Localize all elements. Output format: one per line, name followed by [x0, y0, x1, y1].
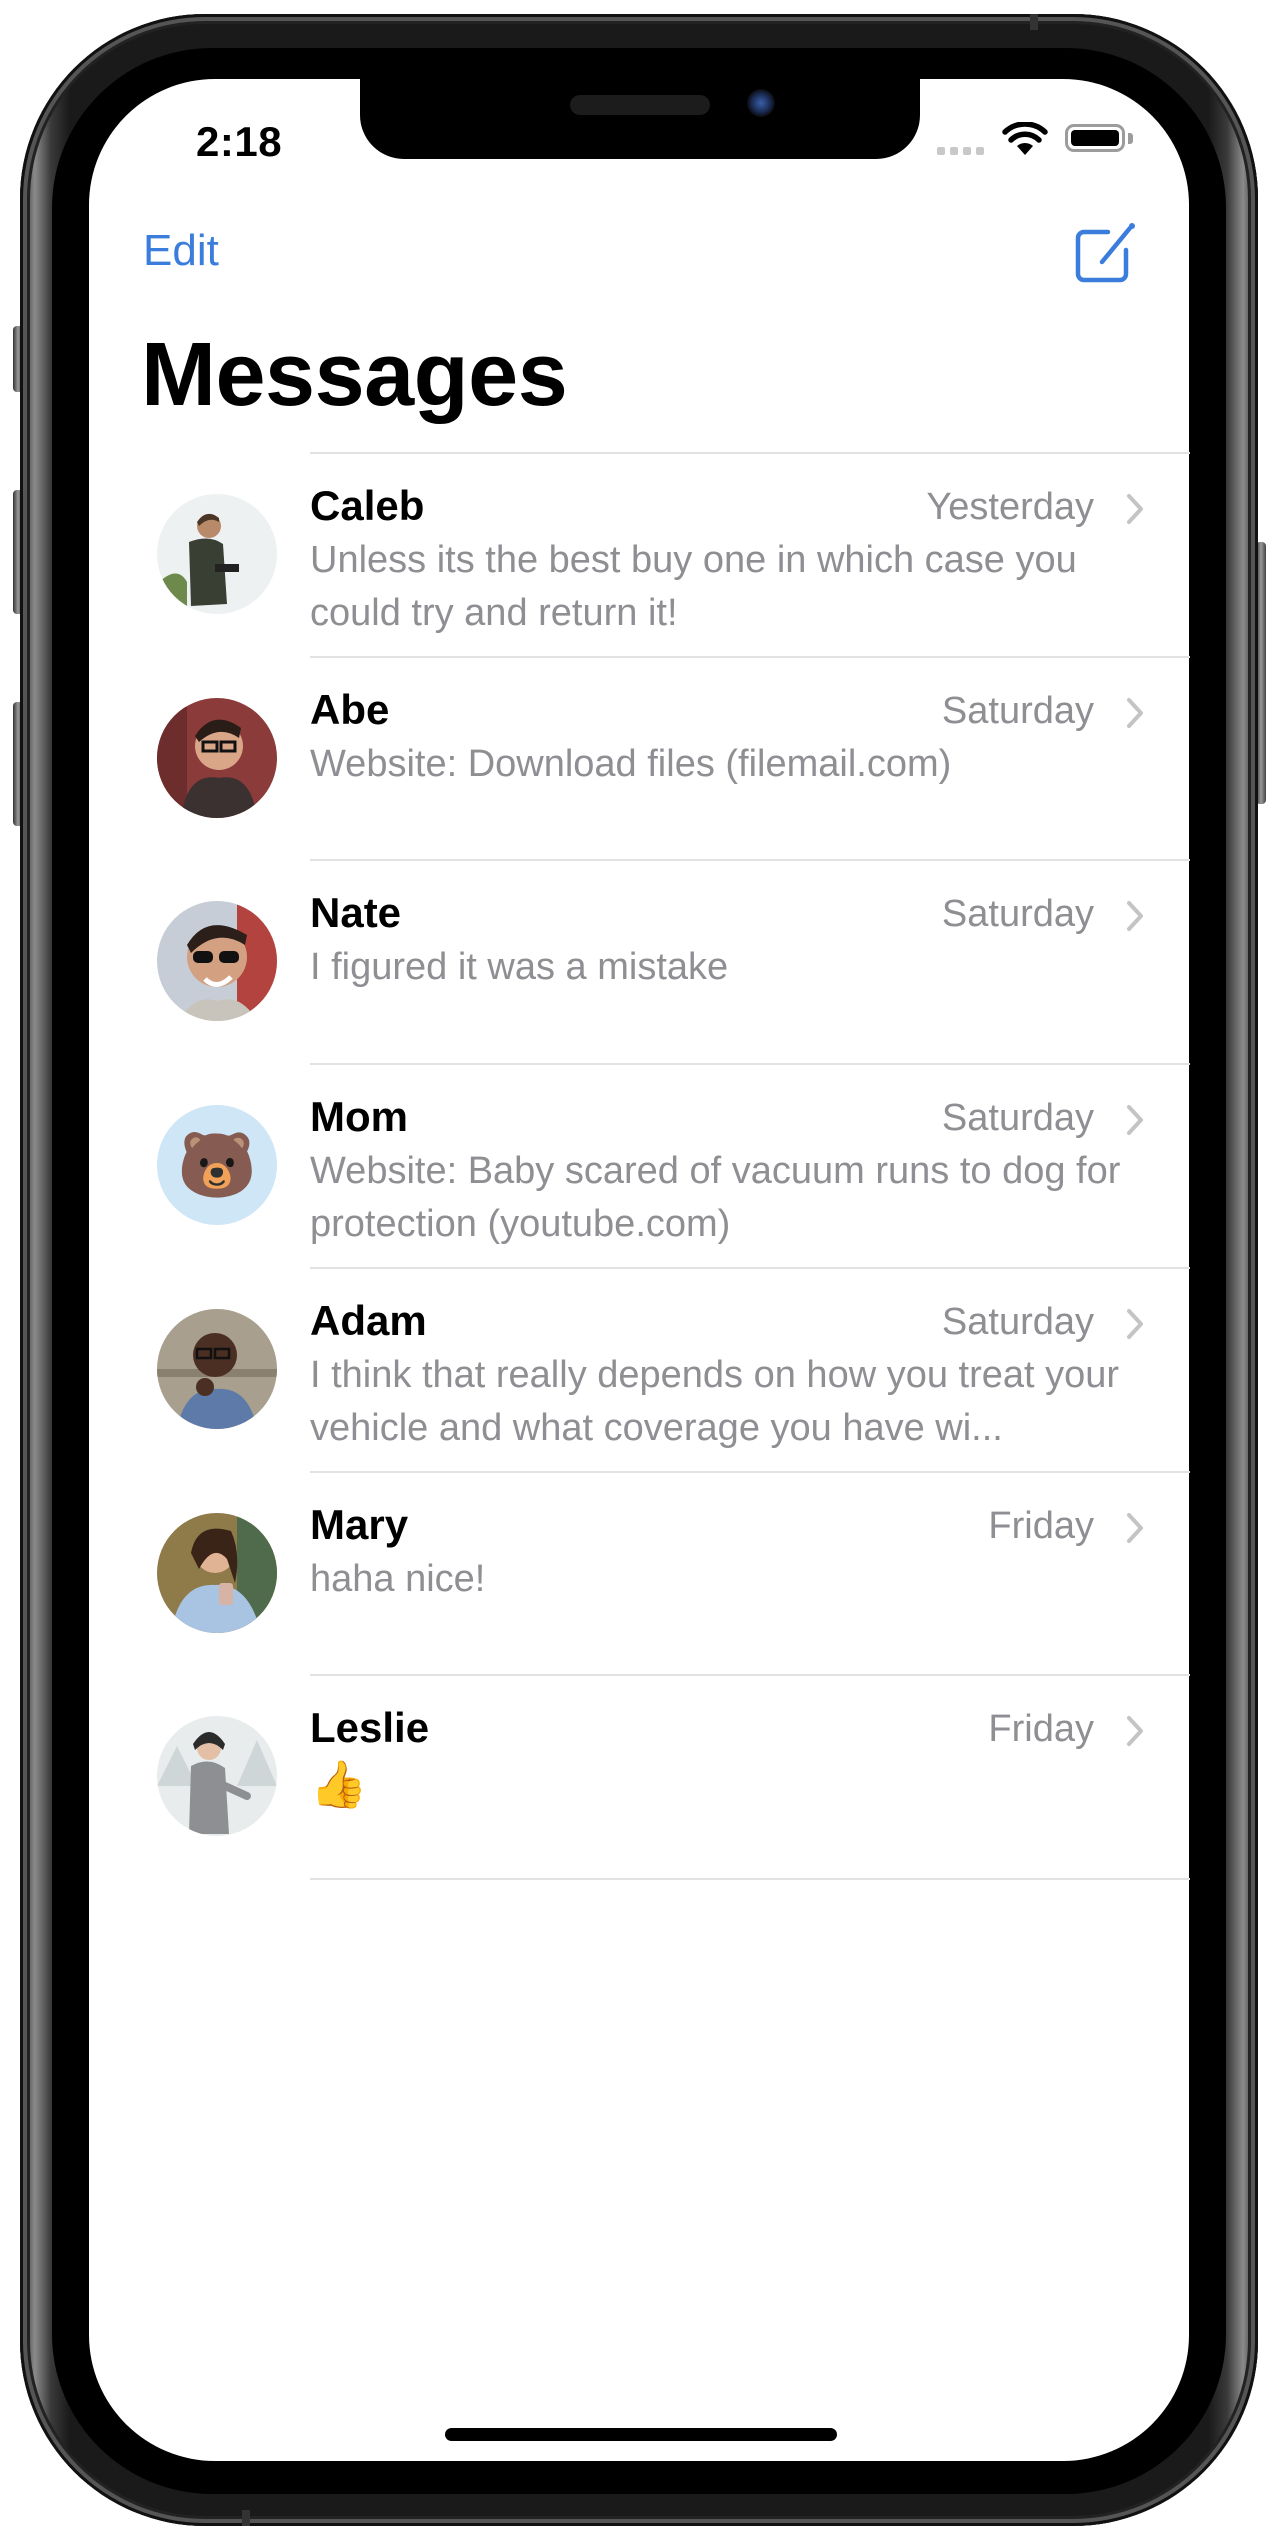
avatar-photo — [157, 901, 277, 1022]
contact-name: Nate — [310, 889, 402, 937]
contact-name: Abe — [310, 685, 390, 733]
message-preview: 👍 — [310, 1758, 368, 1811]
avatar-photo — [157, 1308, 277, 1429]
message-date: Saturday — [941, 689, 1094, 732]
signal-dot — [937, 147, 945, 155]
message-date: Saturday — [941, 1300, 1094, 1343]
conversation-row[interactable]: Abe Saturday Website: Download files (file… — [89, 658, 1189, 861]
notch — [360, 79, 920, 159]
avatar[interactable] — [157, 697, 277, 818]
battery-icon — [1065, 124, 1125, 152]
avatar[interactable] — [157, 901, 277, 1022]
row-separator — [310, 1877, 1190, 1880]
cellular-signal-icon — [937, 147, 984, 155]
message-date: Friday — [988, 1504, 1094, 1547]
wifi-icon — [1002, 122, 1048, 155]
message-preview: I think that really depends on how you t… — [310, 1353, 1120, 1449]
status-time: 2:18 — [196, 118, 283, 165]
page-title: Messages — [141, 325, 568, 425]
chevron-right-icon — [1127, 1308, 1143, 1339]
avatar-emoji: 🐻 — [157, 1105, 277, 1226]
avatar-photo — [157, 697, 277, 818]
signal-dot — [950, 147, 958, 155]
signal-dot — [976, 147, 984, 155]
conversation-row[interactable]: Mary Friday haha nice! — [89, 1473, 1189, 1676]
message-preview: Website: Baby scared of vacuum runs to d… — [310, 1150, 1121, 1246]
edit-button[interactable]: Edit — [143, 226, 219, 276]
chevron-right-icon — [1127, 1105, 1143, 1136]
battery-level — [1071, 130, 1119, 146]
conversation-row[interactable]: Adam Saturday I think that really depends … — [89, 1269, 1189, 1472]
conversation-row[interactable]: 🐻 Mom Saturday Website: Baby scared of vacu… — [89, 1065, 1189, 1268]
conversation-row[interactable]: Nate Saturday I figured it was a mistake — [89, 861, 1189, 1064]
message-date: Saturday — [941, 893, 1094, 936]
chevron-right-icon — [1127, 1716, 1143, 1747]
front-camera — [747, 89, 775, 117]
avatar[interactable] — [157, 1308, 277, 1429]
avatar[interactable] — [157, 1716, 277, 1837]
chevron-right-icon — [1127, 494, 1143, 524]
chevron-right-icon — [1127, 697, 1143, 728]
contact-name: Mary — [310, 1500, 409, 1548]
contact-name: Mom — [310, 1093, 408, 1141]
contact-name: Adam — [310, 1296, 427, 1344]
chevron-right-icon — [1127, 901, 1143, 932]
home-indicator[interactable] — [445, 2428, 837, 2441]
message-date: Yesterday — [926, 486, 1094, 528]
compose-icon[interactable] — [1072, 220, 1138, 286]
chevron-right-icon — [1127, 1512, 1143, 1543]
message-preview: I figured it was a mistake — [310, 946, 729, 989]
message-preview: Unless its the best buy one in which cas… — [310, 539, 1077, 634]
message-date: Saturday — [941, 1097, 1094, 1140]
avatar-photo — [157, 494, 277, 614]
conversation-row[interactable]: Leslie Friday 👍 — [89, 1676, 1189, 1879]
contact-name: Caleb — [310, 482, 425, 529]
message-preview: haha nice! — [310, 1557, 486, 1600]
signal-dot — [963, 147, 971, 155]
avatar[interactable] — [157, 1512, 277, 1633]
antenna-band — [242, 2510, 250, 2526]
avatar[interactable] — [157, 494, 277, 614]
antenna-band — [1030, 14, 1038, 30]
message-preview: Website: Download files (filemail.com) — [310, 742, 952, 785]
earpiece-speaker — [570, 95, 710, 115]
battery-nub — [1128, 133, 1133, 144]
contact-name: Leslie — [310, 1704, 430, 1752]
avatar-photo — [157, 1512, 277, 1633]
avatar-photo — [157, 1716, 277, 1837]
message-date: Friday — [988, 1708, 1094, 1751]
conversation-row[interactable]: Caleb Yesterday Unless its the best buy on… — [89, 454, 1189, 657]
avatar[interactable]: 🐻 — [157, 1105, 277, 1226]
